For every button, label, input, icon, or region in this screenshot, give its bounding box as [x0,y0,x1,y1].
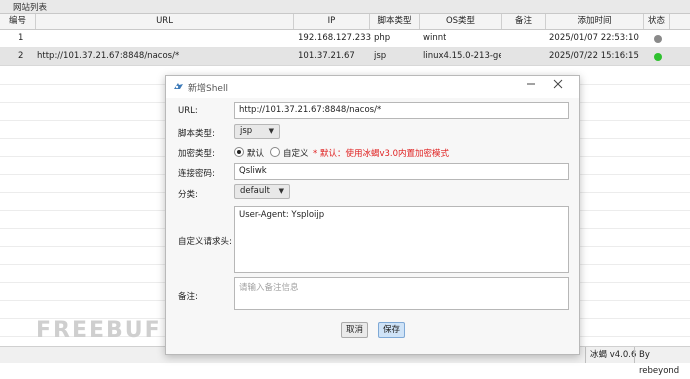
chevron-down-icon: ▼ [278,187,284,195]
col-header-script[interactable]: 脚本类型 [370,14,420,29]
url-label: URL: [178,106,198,116]
col-header-ip[interactable]: IP [294,14,370,29]
custom-headers-label: 自定义请求头: [178,237,232,247]
password-input[interactable]: Qsliwk [234,163,569,180]
chevron-down-icon: ▼ [268,127,274,135]
app-icon [174,83,183,89]
row-url: http://101.37.21.67:8848/nacos/* [37,51,180,61]
minimize-icon[interactable] [524,79,538,93]
row-ip: 101.37.21.67 [298,51,355,61]
row-ip: 192.168.127.233 [298,33,372,43]
col-header-url[interactable]: URL [36,14,294,29]
url-input[interactable]: http://101.37.21.67:8848/nacos/* [234,102,569,119]
cancel-button[interactable]: 取消 [341,322,368,338]
col-header-time[interactable]: 添加时间 [546,14,644,29]
status-dot-icon [654,34,662,43]
save-button[interactable]: 保存 [378,322,405,338]
category-value: default [240,186,270,196]
col-header-id[interactable]: 编号 [0,14,36,29]
encrypt-custom-radio[interactable] [270,147,280,157]
row-url [40,30,290,47]
row-os: winnt [423,33,447,43]
panel-title-label: 网站列表 [13,3,48,13]
table-row[interactable]: 1 192.168.127.233 php winnt 2025/01/07 2… [0,30,690,48]
encrypt-hint: * 默认：使用冰蝎v3.0内置加密模式 [313,149,450,159]
dialog-titlebar[interactable]: 新增Shell [166,76,579,98]
table-row[interactable]: 2 http://101.37.21.67:8848/nacos/* 101.3… [0,48,690,66]
category-label: 分类: [178,190,198,200]
row-script: jsp [374,51,387,61]
remark-textarea[interactable]: 请输入备注信息 [234,277,569,310]
remark-label: 备注: [178,292,198,302]
password-label: 连接密码: [178,169,215,179]
script-type-value: jsp [240,126,253,136]
row-os: linux4.15.0-213-ge... [423,51,501,61]
row-time: 2025/07/22 15:16:15 [549,51,639,61]
row-id: 1 [18,33,24,43]
freebuf-watermark: FREEBUF [36,318,162,343]
row-id: 2 [18,51,24,61]
version-label: 冰蝎 v4.0.6 [585,347,636,363]
col-header-note[interactable]: 备注 [502,14,546,29]
category-select[interactable]: default ▼ [234,184,290,199]
row-time: 2025/01/07 22:53:10 [549,33,639,43]
status-dot-icon [654,52,662,61]
encrypt-default-label: 默认 [247,149,265,159]
encrypt-default-radio[interactable] [234,147,244,157]
row-script: php [374,33,391,43]
dialog-title: 新增Shell [188,84,228,94]
site-list-panel-title: 网站列表 [0,0,690,14]
col-header-status[interactable]: 状态 [644,14,670,29]
encrypt-type-label: 加密类型: [178,149,215,159]
script-type-label: 脚本类型: [178,129,215,139]
close-icon[interactable] [551,79,565,93]
script-type-select[interactable]: jsp ▼ [234,124,280,139]
author-label: By rebeyond [634,347,690,376]
col-header-os[interactable]: OS类型 [420,14,502,29]
table-header: 编号 URL IP 脚本类型 OS类型 备注 添加时间 状态 [0,14,690,30]
encrypt-custom-label: 自定义 [283,149,309,159]
new-shell-dialog: 新增Shell URL: http://101.37.21.67:8848/na… [165,75,580,355]
custom-headers-textarea[interactable]: User-Agent: Ysploijp [234,206,569,273]
